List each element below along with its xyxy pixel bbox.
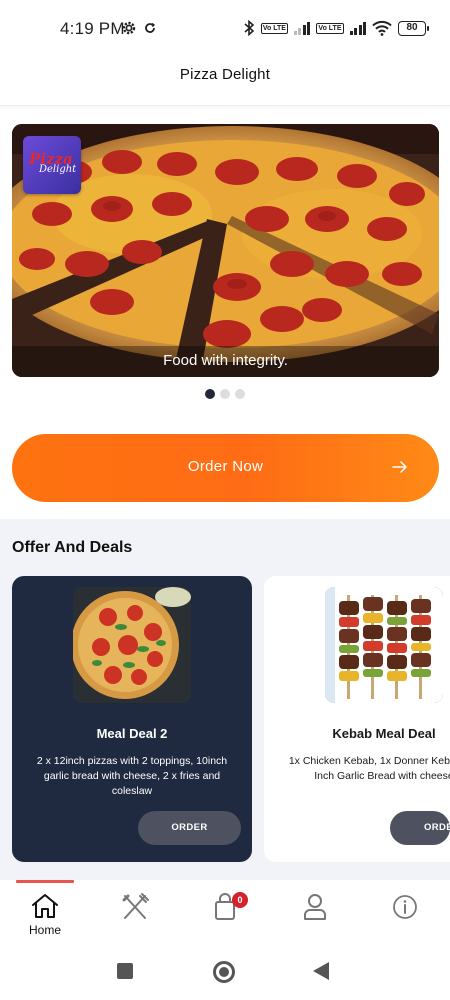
deal-order-button[interactable]: ORDER	[138, 811, 241, 845]
info-icon	[393, 895, 417, 919]
status-bar: 4:19 PM Vo LTE Vo LTE 80	[0, 0, 450, 56]
fork-knife-icon	[122, 893, 149, 919]
banner-caption: Food with integrity.	[12, 346, 439, 377]
deal-card-description: 1x Chicken Kebab, 1x Donner Kebab, 10 In…	[288, 755, 450, 782]
battery-icon: 80	[398, 20, 429, 36]
deal-card-meal-deal-2[interactable]: Meal Deal 2 2 x 12inch pizzas with 2 top…	[12, 576, 252, 862]
nav-item-home[interactable]: Home	[0, 880, 90, 944]
recent-apps-icon[interactable]	[117, 963, 133, 979]
order-now-label: Order Now	[187, 458, 264, 475]
carousel-indicator	[0, 389, 450, 399]
signal-strength-2-icon	[349, 21, 366, 35]
offers-section: Offer And Deals Meal Deal 2 2 x 12inch p…	[0, 519, 450, 880]
status-left-icons	[121, 20, 157, 36]
order-now-button[interactable]: Order Now	[12, 434, 439, 502]
carousel-dot-3[interactable]	[235, 389, 245, 399]
nav-item-menu[interactable]	[90, 880, 180, 944]
status-time: 4:19 PM	[60, 19, 125, 38]
deal-card-title: Kebab Meal Deal	[332, 726, 436, 741]
system-navigation-bar	[0, 944, 450, 1000]
hero-banner[interactable]: Pizza Delight Food with integrity.	[12, 124, 439, 377]
cart-count-badge: 0	[232, 892, 248, 908]
deal-card-title: Meal Deal 2	[96, 726, 168, 741]
deal-card-kebab-meal-deal[interactable]: Kebab Meal Deal 1x Chicken Kebab, 1x Don…	[264, 576, 450, 862]
deal-card-description: 2 x 12inch pizzas with 2 toppings, 10inc…	[36, 755, 228, 797]
kebab-meal-deal-image	[325, 587, 443, 703]
pizza-delight-logo: Pizza Delight	[23, 136, 81, 194]
meal-deal-2-image	[73, 587, 191, 703]
app-screen: 4:19 PM Vo LTE Vo LTE 80 Pizza Delight P…	[0, 0, 450, 1000]
bottom-navigation: Home 0	[0, 880, 450, 944]
wifi-icon	[372, 20, 392, 36]
home-icon	[32, 894, 58, 918]
volte-badge-1: Vo LTE	[260, 22, 288, 34]
profile-icon	[304, 894, 326, 920]
nav-label-home: Home	[28, 923, 61, 937]
signal-strength-1-icon	[293, 21, 311, 35]
nav-item-cart[interactable]: 0	[180, 880, 270, 944]
volte-badge-2: Vo LTE	[316, 22, 344, 34]
active-tab-indicator	[16, 880, 74, 883]
nav-item-info[interactable]	[360, 880, 450, 944]
logo-text-delight: Delight	[39, 164, 77, 175]
offers-title: Offer And Deals	[12, 539, 133, 556]
bluetooth-icon	[244, 20, 255, 36]
settings-gear-icon	[122, 21, 136, 35]
system-home-icon[interactable]	[213, 961, 235, 983]
carousel-dot-1[interactable]	[205, 389, 215, 399]
sync-icon	[145, 22, 156, 33]
arrow-right-icon	[392, 461, 407, 473]
nav-item-profile[interactable]	[270, 880, 360, 944]
carousel-dot-2[interactable]	[220, 389, 230, 399]
back-icon[interactable]	[313, 962, 329, 980]
app-header: Pizza Delight	[0, 56, 450, 106]
status-right-icons: Vo LTE Vo LTE 80	[243, 18, 429, 38]
deal-order-button[interactable]: ORDER	[390, 811, 450, 845]
page-title: Pizza Delight	[179, 66, 271, 83]
